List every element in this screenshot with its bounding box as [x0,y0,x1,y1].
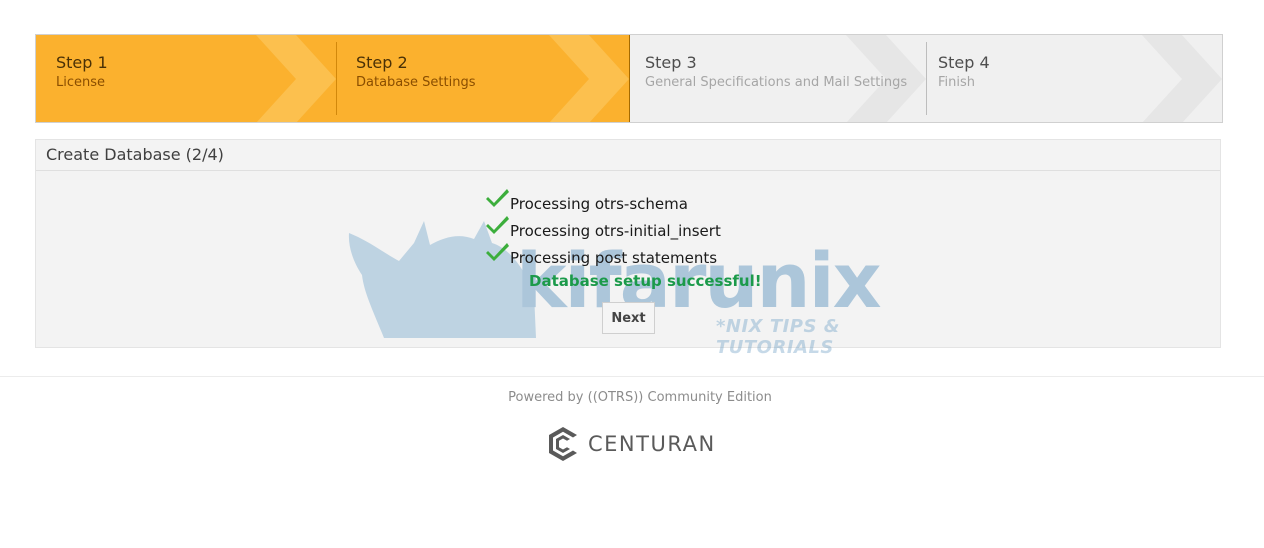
step-2: Step 2 Database Settings [336,35,630,122]
footer-brand: CENTURAN [546,425,716,463]
next-button[interactable]: Next [602,302,655,334]
step-1: Step 1 License [36,35,336,122]
list-item: Processing post statements [486,241,721,268]
step-title: Step 4 [938,53,990,72]
processing-item-text: Processing otrs-initial_insert [510,222,721,240]
check-icon [486,243,509,261]
watermark-tagline: *NIX TIPS & TUTORIALS [716,316,840,358]
step-title: Step 2 [356,53,408,72]
check-icon [486,216,509,234]
create-database-panel: Create Database (2/4) kifarunix *NIX TIP… [35,139,1221,358]
processing-list: Processing otrs-schema Processing otrs-i… [486,187,721,268]
step-divider [336,42,337,115]
step-subtitle: General Specifications and Mail Settings [645,75,908,90]
step-title: Step 3 [645,53,697,72]
footer-brand-name: CENTURAN [588,432,716,456]
list-item: Processing otrs-initial_insert [486,214,721,241]
powered-by-text: Powered by ((OTRS)) Community Edition [508,390,772,405]
list-item: Processing otrs-schema [486,187,721,214]
setup-steps-bar: Step 1 License Step 2 Database Settings … [35,34,1223,123]
centuran-logo-icon [549,427,577,461]
processing-item-text: Processing post statements [510,249,718,267]
step-subtitle: Finish [938,75,976,90]
check-icon [486,189,509,207]
panel-title: Create Database (2/4) [36,140,1220,171]
step-subtitle: License [56,75,106,90]
step-divider [926,42,927,115]
step-title: Step 1 [56,53,108,72]
step-3: Step 3 General Specifications and Mail S… [630,35,926,122]
step-subtitle: Database Settings [356,75,476,90]
success-message: Database setup successful! [529,272,762,290]
footer-divider [0,376,1264,377]
processing-item-text: Processing otrs-schema [510,195,688,213]
step-4: Step 4 Finish [926,35,1222,122]
panel-body: kifarunix *NIX TIPS & TUTORIALS Processi… [36,171,1220,358]
